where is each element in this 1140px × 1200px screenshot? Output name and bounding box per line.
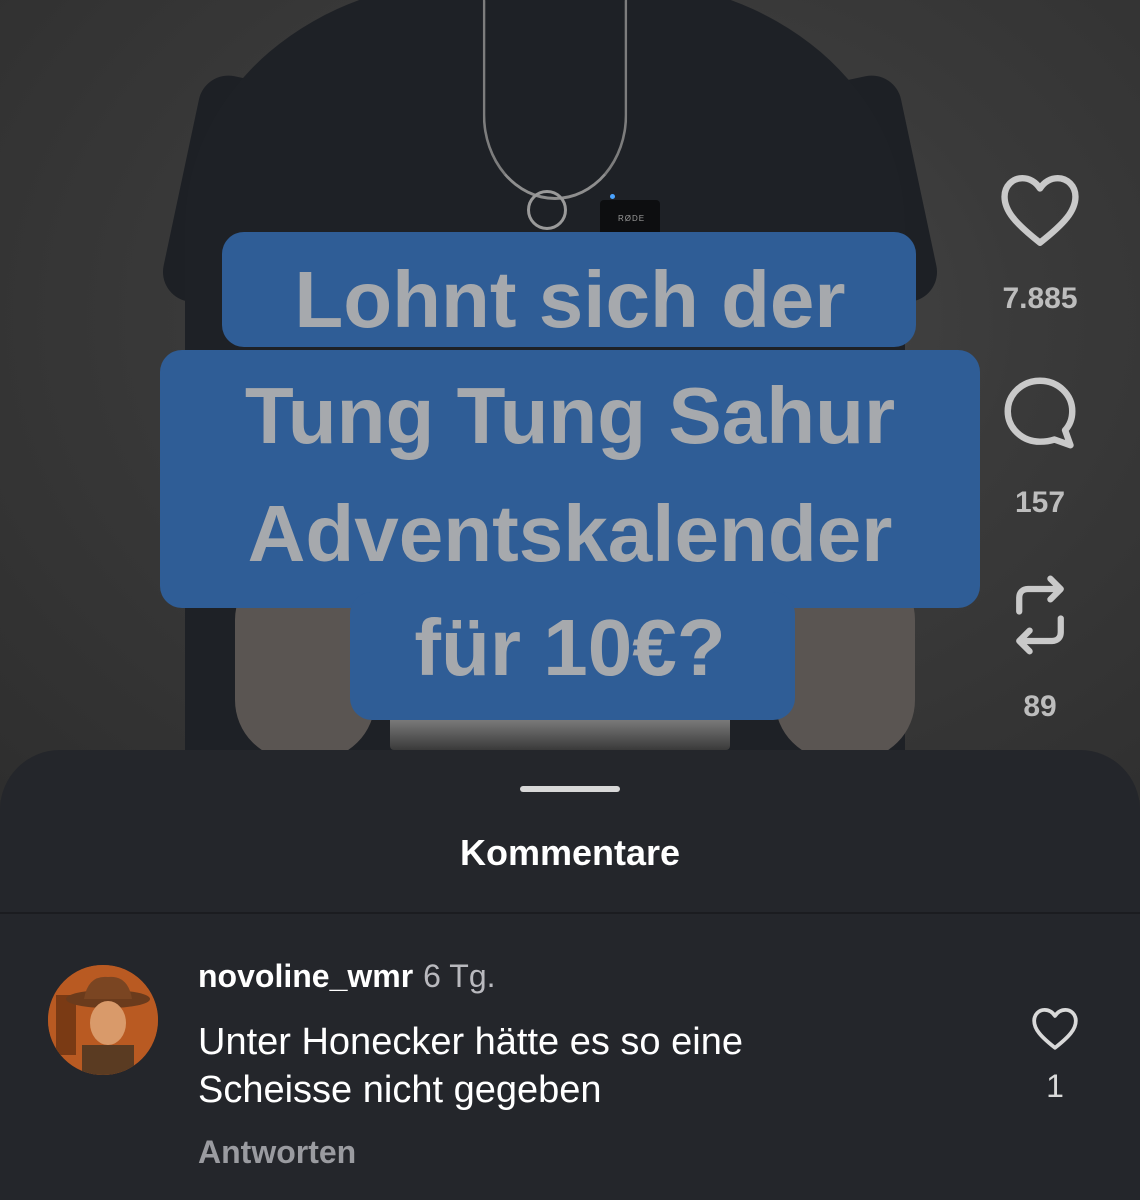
caption-line-4: für 10€? xyxy=(414,603,726,692)
comment-count: 157 xyxy=(1014,486,1066,519)
video-player[interactable]: RØDE Lohnt sich der Tung Tung Sahur Adve… xyxy=(0,0,1140,800)
comment-time: 6 Tg. xyxy=(423,958,496,994)
username-text[interactable]: novoline_wmr xyxy=(198,958,413,994)
pendant xyxy=(527,190,567,230)
like-button[interactable] xyxy=(995,170,1085,248)
comment-like-count: 1 xyxy=(1046,1068,1064,1104)
comment-heart-icon xyxy=(1032,1008,1078,1050)
comment-bubble-icon xyxy=(1004,377,1076,449)
avatar[interactable] xyxy=(48,965,158,1075)
necklace xyxy=(482,0,628,200)
reply-button[interactable]: Antworten xyxy=(198,1134,356,1171)
comment-username[interactable]: novoline_wmr 6 Tg. xyxy=(198,958,496,995)
mic-label: RØDE xyxy=(618,214,646,223)
comment-line-1: Unter Honecker hätte es so eine xyxy=(198,1021,743,1063)
caption-line-1: Lohnt sich der xyxy=(294,255,846,344)
caption-line-2: Tung Tung Sahur xyxy=(244,371,896,460)
like-count: 7.885 xyxy=(1002,282,1078,315)
repost-button[interactable] xyxy=(995,570,1085,660)
caption-line-3: Adventskalender xyxy=(247,489,893,578)
repost-icon xyxy=(1016,575,1064,655)
comment-body: Unter Honecker hätte es so eine Scheisse… xyxy=(198,1018,958,1114)
sheet-title: Kommentare xyxy=(459,832,681,873)
video-caption: Lohnt sich der Tung Tung Sahur Adventska… xyxy=(160,232,980,722)
comment-like-button[interactable] xyxy=(1030,1005,1080,1056)
repost-count: 89 xyxy=(1023,690,1057,723)
sheet-drag-handle[interactable] xyxy=(520,786,620,792)
action-rail: 7.885 157 89 xyxy=(985,0,1095,760)
heart-icon xyxy=(1001,174,1079,246)
comments-sheet: Kommentare novoline_wmr 6 Tg. Unter Honec… xyxy=(0,750,1140,1200)
comment-line-2: Scheisse nicht gegeben xyxy=(198,1069,602,1111)
divider xyxy=(0,912,1140,914)
comment-button[interactable] xyxy=(995,370,1085,456)
